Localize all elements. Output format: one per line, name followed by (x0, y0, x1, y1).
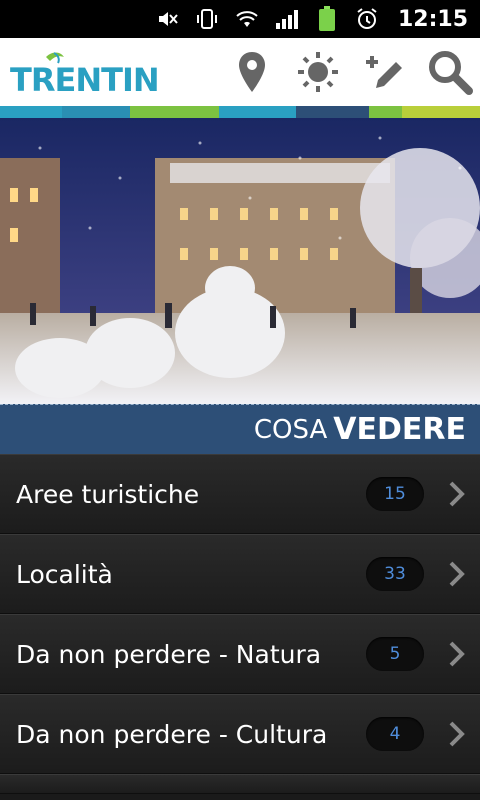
list-item-label: Aree turistiche (16, 479, 200, 509)
list-item-label: Località (16, 559, 113, 589)
list-item[interactable]: Da non perdere - Cultura 4 (0, 694, 480, 774)
section-header-cosa-vedere: COSA VEDERE (0, 404, 480, 454)
brand-color-bar (0, 106, 480, 118)
category-list: Aree turistiche 15 Località 33 Da non pe… (0, 454, 480, 794)
app-header: TRENTINO (0, 38, 480, 106)
search-icon[interactable] (426, 48, 474, 96)
list-item-label: Da non perdere - Cultura (16, 719, 328, 749)
list-item-partial[interactable] (0, 774, 480, 794)
chevron-right-icon (448, 720, 470, 748)
status-bar: 12:15 (0, 0, 480, 38)
status-time: 12:15 (397, 6, 468, 32)
battery-icon (314, 6, 340, 32)
chevron-right-icon (448, 640, 470, 668)
section-title-bold: VEDERE (333, 412, 466, 447)
count-badge: 5 (366, 637, 424, 671)
count-badge: 33 (366, 557, 424, 591)
pencil-add-icon[interactable] (360, 48, 408, 96)
list-item[interactable]: Da non perdere - Natura 5 (0, 614, 480, 694)
svg-text:TRENTINO: TRENTINO (10, 61, 160, 99)
count-badge: 4 (366, 717, 424, 751)
signal-icon (274, 6, 300, 32)
trentino-logo[interactable]: TRENTINO (10, 50, 160, 99)
alarm-icon (354, 6, 380, 32)
section-title-light: COSA (253, 414, 328, 445)
weather-sun-icon[interactable] (294, 48, 342, 96)
count-badge: 15 (366, 477, 424, 511)
mute-icon (154, 6, 180, 32)
vibrate-icon (194, 6, 220, 32)
map-pin-icon[interactable] (228, 48, 276, 96)
list-item[interactable]: Aree turistiche 15 (0, 454, 480, 534)
chevron-right-icon (448, 480, 470, 508)
list-item[interactable]: Località 33 (0, 534, 480, 614)
hero-image-snowy-square (0, 118, 480, 404)
wifi-icon (234, 6, 260, 32)
chevron-right-icon (448, 560, 470, 588)
list-item-label: Da non perdere - Natura (16, 639, 322, 669)
